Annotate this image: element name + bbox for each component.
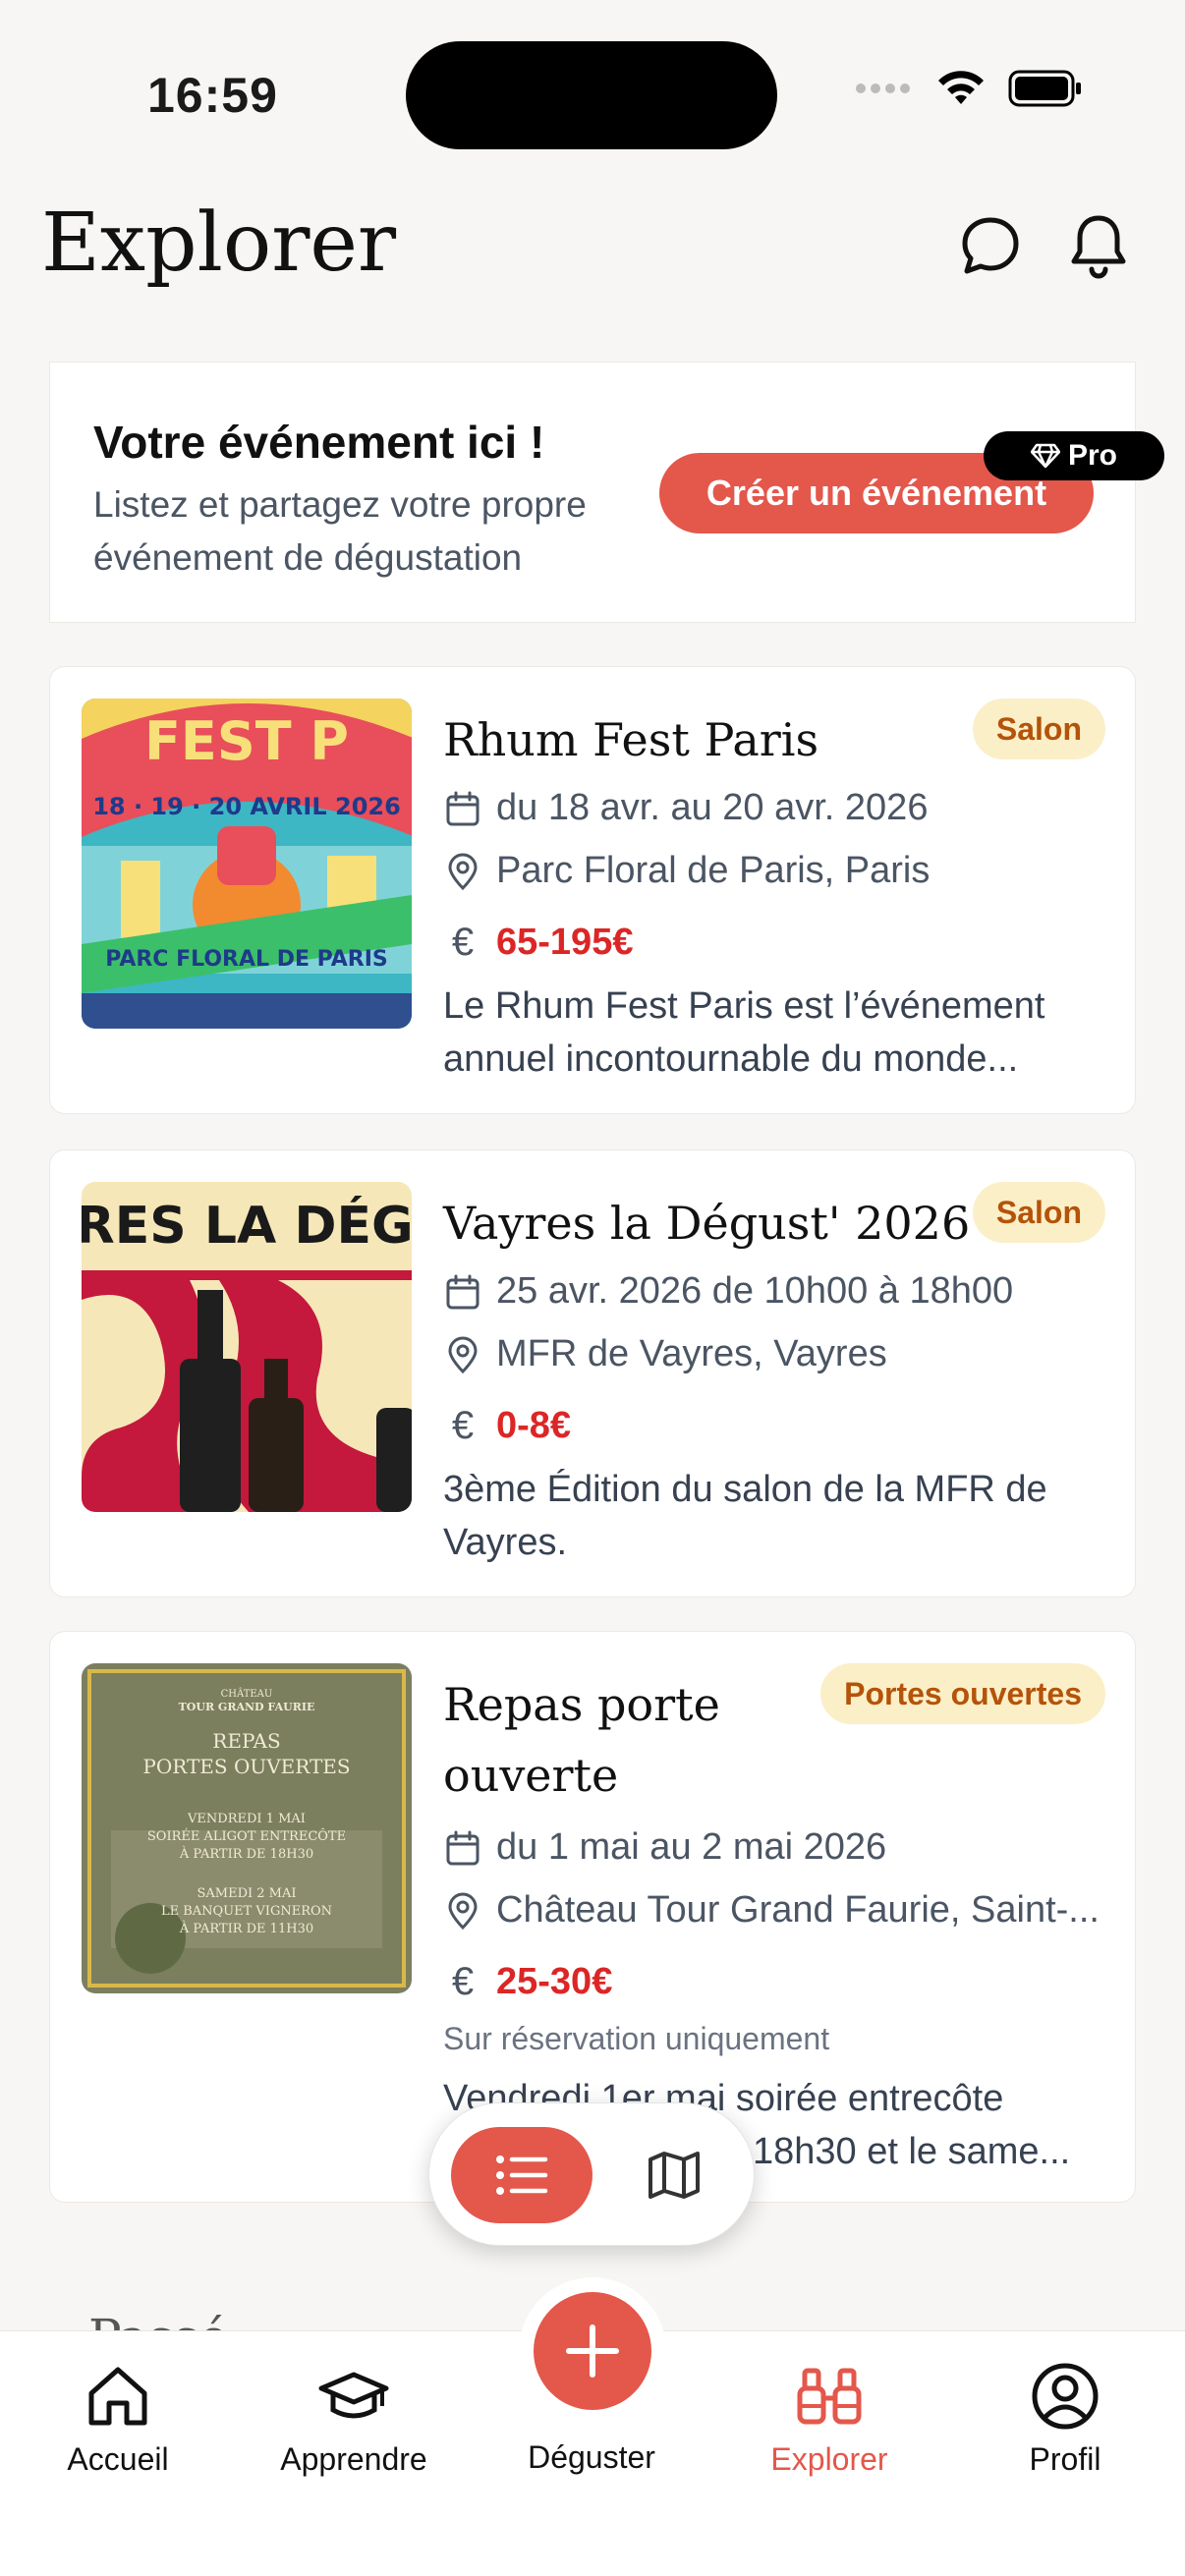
tab-deguster[interactable]: Déguster: [493, 2439, 690, 2476]
tab-label: Explorer: [770, 2441, 888, 2477]
poster-text-9: LE BANQUET VIGNERON: [161, 1904, 332, 1919]
event-tag: Salon: [972, 1182, 1105, 1243]
map-icon: [649, 2152, 700, 2199]
deguster-fab-button[interactable]: [534, 2292, 651, 2410]
tab-label: Apprendre: [280, 2441, 427, 2477]
bell-icon: [1071, 215, 1126, 279]
pro-badge: Pro: [984, 431, 1164, 480]
euro-icon: €: [451, 921, 475, 964]
poster-text-4: PORTES OUVERTES: [142, 1755, 350, 1778]
poster-text-10: À PARTIR DE 11H30: [179, 1921, 313, 1936]
tab-label: Déguster: [528, 2439, 655, 2475]
calendar-icon: [446, 791, 480, 825]
tab-label: Profil: [1029, 2441, 1101, 2477]
tab-label: Accueil: [67, 2441, 169, 2477]
user-circle-icon: [1032, 2363, 1099, 2430]
event-poster: FEST P 18 · 19 · 20 AVRIL 2026 PARC FLOR…: [82, 699, 412, 1029]
event-price-row: € 65-195€: [443, 921, 634, 965]
poster-text-5: VENDREDI 1 MAI: [187, 1812, 306, 1826]
poster-text-7: À PARTIR DE 18H30: [179, 1846, 313, 1862]
poster-text-8: SAMEDI 2 MAI: [197, 1886, 296, 1901]
event-price-row: € 0-8€: [443, 1404, 571, 1448]
event-title: Vayres la Dégust' 2026: [443, 1197, 971, 1250]
event-date-row: 25 avr. 2026 de 10h00 à 18h00: [443, 1270, 1013, 1313]
event-date: du 1 mai au 2 mai 2026: [496, 1826, 887, 1868]
chat-bubble-icon: [962, 217, 1019, 274]
home-icon: [88, 2367, 147, 2426]
list-icon: [496, 2156, 548, 2195]
event-poster: YRES LA DÉGU: [82, 1182, 412, 1512]
event-location-row: MFR de Vayres, Vayres: [443, 1333, 887, 1375]
signal-icon: [856, 84, 910, 93]
tab-accueil[interactable]: Accueil: [20, 2359, 216, 2478]
event-location: MFR de Vayres, Vayres: [496, 1333, 887, 1374]
promo-card: Votre événement ici ! Listez et partagez…: [49, 362, 1164, 623]
event-date: du 18 avr. au 20 avr. 2026: [496, 787, 929, 828]
event-card[interactable]: FEST P 18 · 19 · 20 AVRIL 2026 PARC FLOR…: [49, 666, 1136, 1114]
event-price: 0-8€: [496, 1405, 572, 1446]
graduation-cap-icon: [318, 2372, 389, 2419]
messages-button[interactable]: [951, 206, 1030, 285]
pro-badge-label: Pro: [1067, 439, 1117, 472]
dynamic-island: [406, 41, 777, 149]
location-pin-icon: [448, 1892, 478, 1930]
tab-explorer[interactable]: Explorer: [731, 2359, 928, 2478]
event-poster: CHÂTEAU TOUR GRAND FAURIE REPAS PORTES O…: [82, 1663, 412, 1993]
map-view-button[interactable]: [626, 2127, 722, 2223]
poster-text-6: SOIRÉE ALIGOT ENTRECÔTE: [147, 1827, 346, 1844]
event-location: Château Tour Grand Faurie, Saint-...: [496, 1889, 1100, 1931]
promo-title: Votre événement ici !: [93, 417, 545, 468]
location-pin-icon: [448, 1336, 478, 1373]
poster-text-3: REPAS: [212, 1729, 280, 1753]
euro-icon: €: [451, 1404, 475, 1447]
event-card[interactable]: YRES LA DÉGU Vayres la Dégust' 2026 Salo…: [49, 1149, 1136, 1597]
plus-icon: [566, 2324, 619, 2378]
poster-text-bottom: PARC FLORAL DE PARIS: [105, 947, 388, 972]
calendar-icon: [446, 1274, 480, 1309]
calendar-icon: [446, 1830, 480, 1865]
view-toggle: [428, 2102, 755, 2246]
status-icons: [855, 69, 1083, 108]
tab-profil[interactable]: Profil: [967, 2359, 1163, 2478]
wifi-icon: [938, 71, 984, 104]
notifications-button[interactable]: [1059, 206, 1138, 285]
event-note: Sur réservation uniquement: [443, 2021, 830, 2056]
tab-apprendre[interactable]: Apprendre: [255, 2359, 452, 2478]
poster-text-mid: 18 · 19 · 20 AVRIL 2026: [92, 793, 401, 820]
event-title: Rhum Fest Paris: [443, 713, 819, 766]
event-tag: Portes ouvertes: [820, 1663, 1105, 1724]
poster-text-1: CHÂTEAU: [221, 1688, 273, 1700]
event-location-row: Château Tour Grand Faurie, Saint-...: [443, 1889, 1100, 1932]
list-view-button[interactable]: [451, 2127, 592, 2223]
deguster-fab-ring: [519, 2277, 666, 2425]
diamond-icon: [1030, 443, 1060, 469]
poster-text-2: TOUR GRAND FAURIE: [179, 1701, 315, 1713]
event-price: 65-195€: [496, 922, 634, 963]
event-tag: Salon: [972, 699, 1105, 759]
event-location-row: Parc Floral de Paris, Paris: [443, 850, 930, 892]
event-title: Repas porte ouverte: [443, 1678, 720, 1802]
binoculars-icon: [797, 2368, 862, 2425]
event-date: 25 avr. 2026 de 10h00 à 18h00: [496, 1270, 1014, 1312]
event-date-row: du 1 mai au 2 mai 2026: [443, 1826, 886, 1869]
event-date-row: du 18 avr. au 20 avr. 2026: [443, 787, 928, 829]
event-location: Parc Floral de Paris, Paris: [496, 850, 931, 891]
poster-text-top: YRES LA DÉGU: [82, 1196, 412, 1256]
status-time: 16:59: [147, 68, 278, 123]
euro-icon: €: [451, 1960, 475, 2003]
poster-text-top: FEST P: [144, 710, 349, 772]
event-description: 3ème Édition du salon de la MFR de Vayre…: [443, 1469, 1047, 1563]
battery-icon: [1008, 70, 1081, 107]
event-description: Le Rhum Fest Paris est l’événement annue…: [443, 985, 1045, 1080]
page-title: Explorer: [41, 196, 397, 290]
location-pin-icon: [448, 853, 478, 890]
explorer-screen: 16:59 Explorer Votre événement ici ! Lis…: [0, 0, 1185, 2576]
promo-description: Listez et partagez votre propre événemen…: [93, 484, 587, 578]
event-price-row: € 25-30€: [443, 1960, 612, 2004]
event-price: 25-30€: [496, 1961, 613, 2002]
